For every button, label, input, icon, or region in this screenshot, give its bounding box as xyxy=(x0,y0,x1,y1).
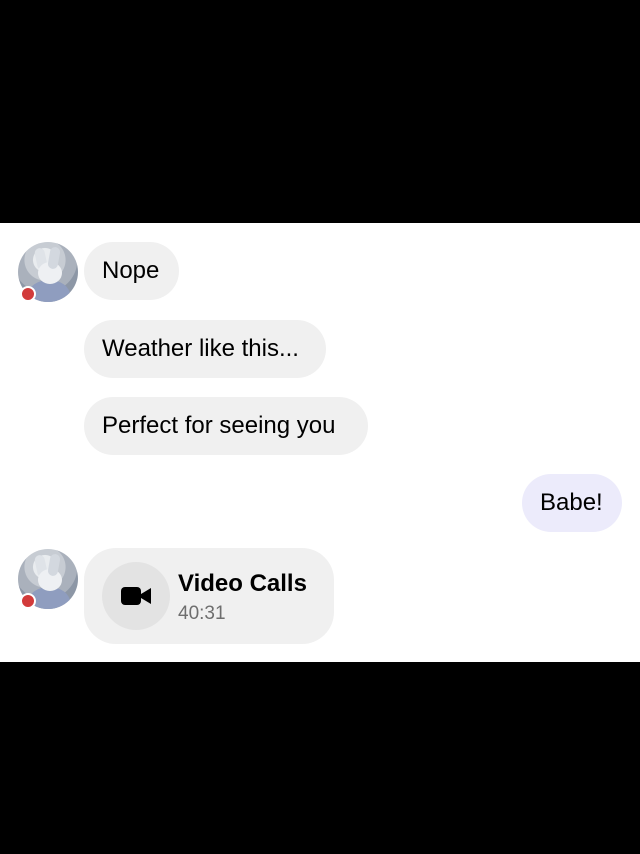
top-letterbox xyxy=(0,0,640,223)
call-title: Video Calls xyxy=(178,570,307,597)
avatar-face-shape xyxy=(38,569,62,591)
message-bubble-outgoing[interactable]: Babe! xyxy=(522,474,622,532)
message-bubble-incoming[interactable]: Nope xyxy=(84,242,179,300)
message-bubble-incoming[interactable]: Perfect for seeing you xyxy=(84,397,368,455)
avatar-face-shape xyxy=(38,262,62,284)
bottom-letterbox xyxy=(0,662,640,854)
video-call-card[interactable]: Video Calls 40:31 xyxy=(84,548,334,644)
video-camera-icon xyxy=(121,587,151,605)
call-duration: 40:31 xyxy=(178,603,226,624)
status-dot xyxy=(20,286,36,302)
chat-thread[interactable]: Nope Weather like this... Perfect for se… xyxy=(0,223,640,662)
video-call-icon-button[interactable] xyxy=(102,562,170,630)
message-bubble-incoming[interactable]: Weather like this... xyxy=(84,320,326,378)
status-dot xyxy=(20,593,36,609)
